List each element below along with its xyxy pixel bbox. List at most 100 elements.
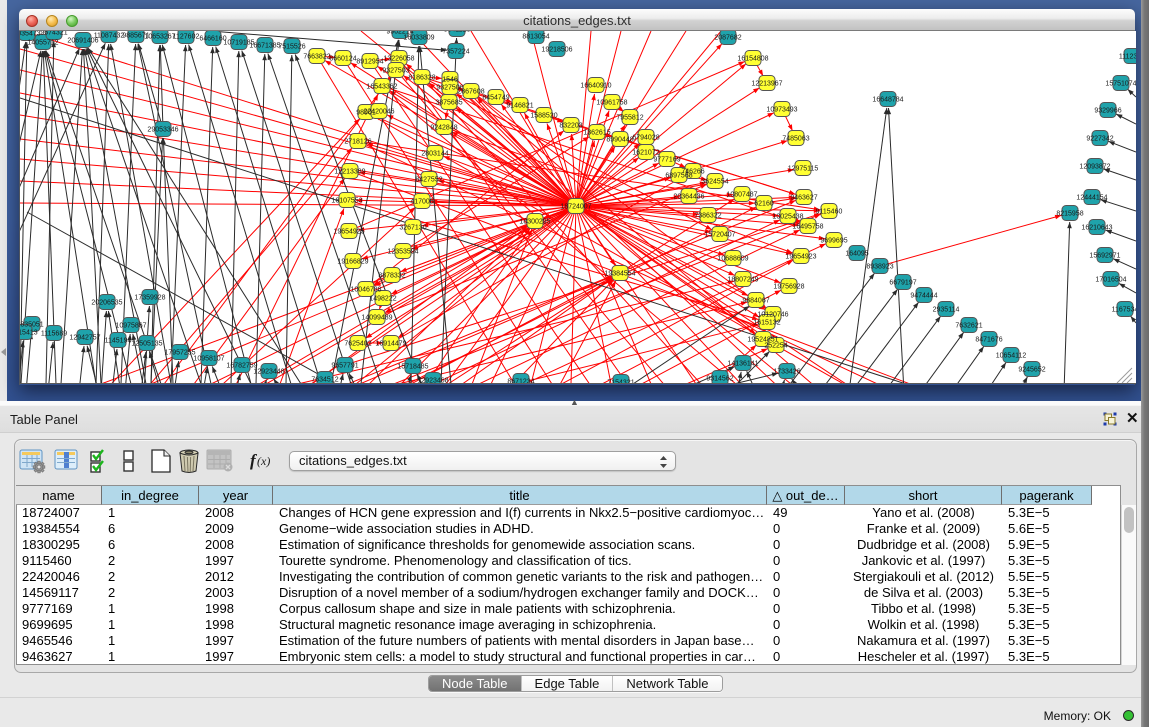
svg-text:12505135: 12505135 bbox=[131, 341, 162, 348]
svg-text:164095: 164095 bbox=[845, 251, 868, 258]
svg-text:12213389: 12213389 bbox=[334, 169, 365, 176]
svg-text:12213967: 12213967 bbox=[751, 81, 782, 88]
svg-text:16648784: 16648784 bbox=[872, 97, 903, 104]
svg-text:1621072: 1621072 bbox=[632, 150, 659, 157]
svg-text:19654925: 19654925 bbox=[333, 229, 364, 236]
svg-text:16640910: 16640910 bbox=[580, 83, 611, 90]
svg-text:8035473: 8035473 bbox=[20, 31, 41, 38]
svg-text:16154808: 16154808 bbox=[737, 56, 768, 63]
svg-text:18724007: 18724007 bbox=[560, 204, 591, 211]
svg-text:3267130: 3267130 bbox=[399, 225, 426, 232]
svg-text:12975115: 12975115 bbox=[788, 166, 819, 173]
svg-text:9884067: 9884067 bbox=[742, 298, 769, 305]
svg-text:1546: 1546 bbox=[442, 77, 458, 84]
svg-text:9474444: 9474444 bbox=[910, 293, 937, 300]
svg-text:10654112: 10654112 bbox=[996, 353, 1027, 360]
svg-text:7632621: 7632621 bbox=[955, 323, 982, 330]
svg-text:7634512: 7634512 bbox=[311, 377, 338, 384]
svg-text:1588520: 1588520 bbox=[530, 113, 557, 120]
svg-text:1167534: 1167534 bbox=[1112, 307, 1136, 314]
svg-text:7625402: 7625402 bbox=[344, 341, 371, 348]
svg-text:9463627: 9463627 bbox=[790, 195, 817, 202]
svg-text:12923468: 12923468 bbox=[417, 378, 448, 385]
svg-text:17016504: 17016504 bbox=[1095, 277, 1126, 284]
svg-text:19756928: 19756928 bbox=[773, 284, 804, 291]
svg-text:7485063: 7485063 bbox=[782, 136, 809, 143]
svg-text:8912954: 8912954 bbox=[356, 59, 383, 66]
svg-text:9657791: 9657791 bbox=[331, 363, 358, 370]
svg-text:9777169: 9777169 bbox=[653, 157, 680, 164]
svg-text:8660124: 8660124 bbox=[329, 56, 356, 63]
svg-text:1498222: 1498222 bbox=[369, 296, 396, 303]
svg-text:11087432: 11087432 bbox=[94, 33, 125, 40]
svg-text:7357224: 7357224 bbox=[442, 49, 469, 56]
svg-text:9674321: 9674321 bbox=[40, 31, 67, 37]
svg-text:9699695: 9699695 bbox=[820, 238, 847, 245]
svg-text:10653267: 10653267 bbox=[144, 34, 175, 41]
svg-text:12093872: 12093872 bbox=[1079, 164, 1110, 171]
svg-text:7515526: 7515526 bbox=[278, 44, 305, 51]
svg-text:20364436: 20364436 bbox=[673, 194, 704, 201]
svg-text:8454749: 8454749 bbox=[482, 95, 509, 102]
svg-text:22420046: 22420046 bbox=[363, 109, 394, 116]
svg-text:10975867: 10975867 bbox=[115, 323, 146, 330]
svg-text:1127602: 1127602 bbox=[173, 34, 200, 41]
svg-text:1145194: 1145194 bbox=[105, 338, 132, 345]
svg-text:8671234: 8671234 bbox=[507, 379, 534, 385]
svg-text:18300295: 18300295 bbox=[519, 219, 550, 226]
svg-text:835051: 835051 bbox=[20, 322, 43, 329]
svg-text:17359928: 17359928 bbox=[134, 295, 165, 302]
svg-text:19218506: 19218506 bbox=[541, 47, 572, 54]
svg-text:8186328: 8186328 bbox=[408, 75, 435, 82]
svg-text:14099489: 14099489 bbox=[361, 315, 392, 322]
svg-text:10025438: 10025438 bbox=[772, 214, 803, 221]
svg-text:29053346: 29053346 bbox=[147, 127, 178, 134]
svg-text:20206535: 20206535 bbox=[91, 300, 122, 307]
svg-text:10120746: 10120746 bbox=[757, 312, 788, 319]
svg-text:8215958: 8215958 bbox=[1056, 211, 1083, 218]
svg-text:3875685: 3875685 bbox=[435, 100, 462, 107]
svg-text:3915413: 3915413 bbox=[20, 330, 38, 337]
svg-text:8878332: 8878332 bbox=[378, 273, 405, 280]
svg-text:9227342: 9227342 bbox=[1086, 136, 1113, 143]
svg-text:10958107: 10958107 bbox=[193, 356, 224, 363]
svg-text:2718126: 2718126 bbox=[344, 139, 371, 146]
svg-text:10973493: 10973493 bbox=[766, 107, 797, 114]
svg-text:8813054: 8813054 bbox=[522, 34, 549, 41]
svg-text:10688609: 10688609 bbox=[717, 256, 748, 263]
svg-text:8471676: 8471676 bbox=[975, 337, 1002, 344]
svg-text:10807487: 10807487 bbox=[726, 192, 757, 199]
svg-text:1115689: 1115689 bbox=[41, 331, 67, 338]
svg-text:16671385: 16671385 bbox=[249, 43, 280, 50]
svg-text:2087682: 2087682 bbox=[714, 35, 741, 42]
svg-text:9115460: 9115460 bbox=[816, 209, 843, 216]
svg-text:15692971: 15692971 bbox=[1089, 253, 1120, 260]
svg-text:19654923: 19654923 bbox=[785, 254, 816, 261]
svg-text:2867608: 2867608 bbox=[457, 89, 484, 96]
svg-text:9314562: 9314562 bbox=[706, 376, 733, 383]
svg-text:12923448: 12923448 bbox=[253, 369, 284, 376]
svg-text:15718485: 15718485 bbox=[397, 364, 428, 371]
svg-text:16543362: 16543362 bbox=[366, 84, 397, 91]
svg-text:17957255: 17957255 bbox=[164, 350, 195, 357]
svg-text:12353594: 12353594 bbox=[387, 249, 418, 256]
svg-text:12942757: 12942757 bbox=[69, 335, 100, 342]
svg-text:417006: 417006 bbox=[410, 199, 433, 206]
svg-text:7955812: 7955812 bbox=[616, 115, 643, 122]
svg-text:16914479: 16914479 bbox=[375, 341, 406, 348]
svg-text:7154321: 7154321 bbox=[607, 380, 634, 385]
svg-text:9327503: 9327503 bbox=[382, 68, 409, 75]
svg-text:19384554: 19384554 bbox=[604, 271, 635, 278]
svg-text:16210643: 16210643 bbox=[1081, 225, 1112, 232]
svg-text:9146821: 9146821 bbox=[506, 103, 533, 110]
svg-text:16495758: 16495758 bbox=[792, 224, 823, 231]
svg-text:3624554: 3624554 bbox=[701, 179, 728, 186]
svg-text:15720407: 15720407 bbox=[704, 232, 735, 239]
svg-text:12444154: 12444154 bbox=[1076, 195, 1107, 202]
svg-text:14136141: 14136141 bbox=[727, 361, 758, 368]
svg-text:16033809: 16033809 bbox=[403, 35, 434, 42]
svg-text:13226058: 13226058 bbox=[383, 56, 414, 63]
svg-text:1615132: 1615132 bbox=[753, 320, 780, 327]
svg-text:10046788: 10046788 bbox=[350, 287, 381, 294]
svg-text:8990448: 8990448 bbox=[606, 137, 633, 144]
